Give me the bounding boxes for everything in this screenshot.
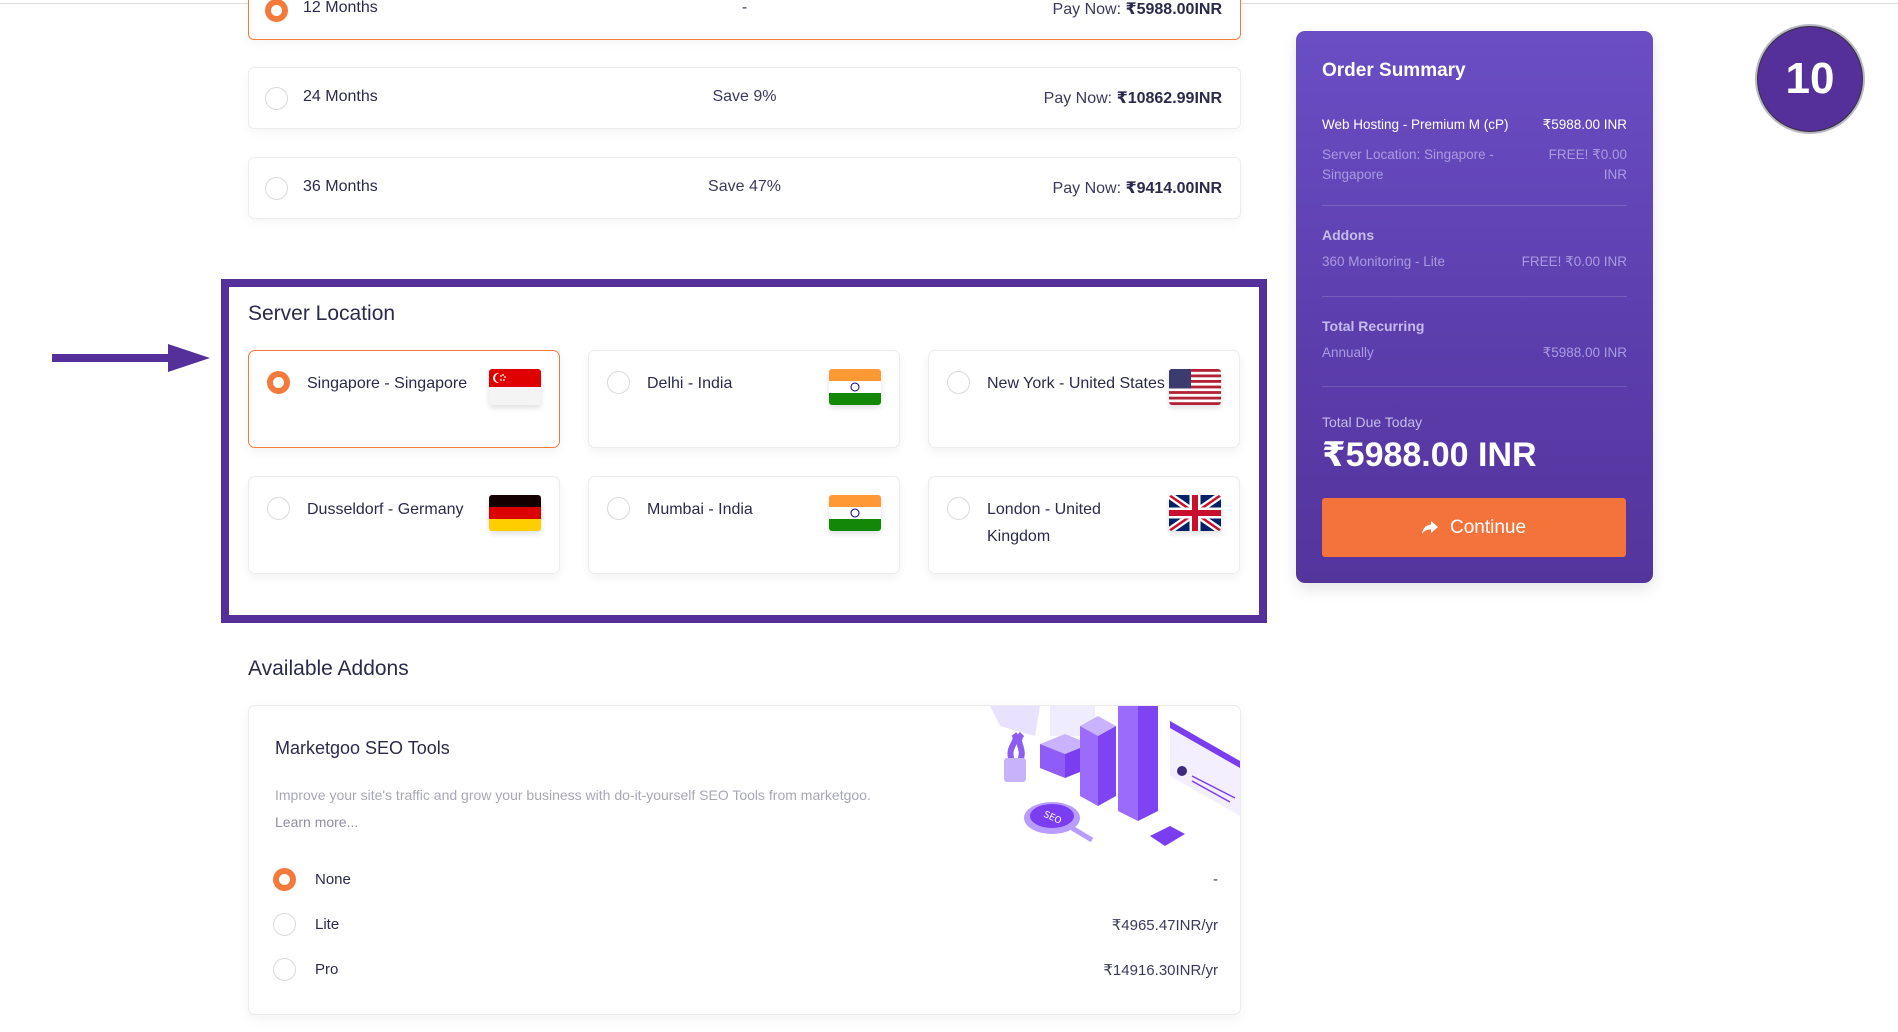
addon-option-price: - bbox=[1213, 871, 1218, 888]
billing-price: Pay Now: ₹5988.00INR bbox=[1052, 1, 1222, 18]
total-due-amount: ₹5988.00 INR bbox=[1322, 436, 1537, 474]
addon-card-marketgoo: Marketgoo SEO Tools Improve your site's … bbox=[248, 705, 1241, 1015]
radio-unselected[interactable] bbox=[267, 497, 290, 520]
addon-option-price: ₹4965.47INR/yr bbox=[1111, 917, 1218, 934]
order-summary-title: Order Summary bbox=[1322, 60, 1466, 81]
location-name: New York - United States bbox=[987, 375, 1165, 392]
india-flag-icon bbox=[829, 369, 881, 405]
billing-cycle-12-months[interactable]: 12 Months - Pay Now: ₹5988.00INR bbox=[248, 0, 1241, 40]
summary-recurring-heading: Total Recurring bbox=[1322, 318, 1425, 334]
addon-option-name: None bbox=[315, 871, 351, 888]
recurring-price: ₹5988.00 INR bbox=[1542, 345, 1627, 360]
share-arrow-icon bbox=[1421, 520, 1438, 534]
summary-addons-heading: Addons bbox=[1322, 227, 1375, 243]
available-addons-title: Available Addons bbox=[248, 657, 409, 680]
germany-flag-icon bbox=[489, 495, 541, 531]
radio-unselected[interactable] bbox=[947, 497, 970, 520]
location-name: London - United Kingdom bbox=[987, 501, 1101, 545]
billing-cycle-24-months[interactable]: 24 Months Save 9% Pay Now: ₹10862.99INR bbox=[248, 67, 1241, 129]
location-label: Server Location: Singapore - Singapore bbox=[1322, 147, 1494, 182]
radio-unselected[interactable] bbox=[947, 371, 970, 394]
location-name: Dusseldorf - Germany bbox=[307, 501, 464, 518]
learn-more-link[interactable]: Learn more... bbox=[275, 814, 358, 830]
billing-cycle-36-months[interactable]: 36 Months Save 47% Pay Now: ₹9414.00INR bbox=[248, 157, 1241, 219]
continue-button[interactable]: Continue bbox=[1322, 498, 1626, 557]
usa-flag-icon bbox=[1169, 369, 1221, 405]
location-price: FREE! ₹0.00 INR bbox=[1548, 147, 1627, 182]
addon-description: Improve your site's traffic and grow you… bbox=[275, 787, 871, 830]
summary-divider bbox=[1322, 205, 1627, 206]
location-option-singapore[interactable]: Singapore - Singapore bbox=[248, 350, 560, 448]
radio-selected[interactable] bbox=[267, 371, 290, 394]
total-due-label: Total Due Today bbox=[1322, 414, 1423, 430]
step-number-badge: 10 bbox=[1755, 24, 1865, 134]
summary-product-row: Web Hosting - Premium M (cP) ₹5988.00 IN… bbox=[1322, 117, 1627, 137]
location-option-dusseldorf[interactable]: Dusseldorf - Germany bbox=[248, 476, 560, 574]
uk-flag-icon bbox=[1169, 495, 1221, 531]
location-option-delhi[interactable]: Delhi - India bbox=[588, 350, 900, 448]
product-price: ₹5988.00 INR bbox=[1542, 117, 1627, 132]
order-summary-panel: Order Summary Web Hosting - Premium M (c… bbox=[1296, 31, 1653, 583]
location-name: Singapore - Singapore bbox=[307, 375, 468, 392]
india-flag-icon bbox=[829, 495, 881, 531]
server-location-title: Server Location bbox=[248, 302, 396, 325]
billing-price: Pay Now: ₹10862.99INR bbox=[1043, 90, 1222, 107]
continue-label: Continue bbox=[1449, 516, 1527, 538]
location-option-new-york[interactable]: New York - United States bbox=[928, 350, 1240, 448]
recurring-label: Annually bbox=[1322, 345, 1374, 360]
addon-option-none[interactable]: None - bbox=[273, 868, 1218, 892]
location-name: Mumbai - India bbox=[647, 501, 753, 518]
radio-unselected[interactable] bbox=[607, 497, 630, 520]
location-option-mumbai[interactable]: Mumbai - India bbox=[588, 476, 900, 574]
product-label: Web Hosting - Premium M (cP) bbox=[1322, 117, 1509, 132]
addon-option-name: Lite bbox=[315, 916, 340, 933]
annotation-arrow-icon bbox=[52, 344, 210, 372]
addon-price: FREE! ₹0.00 INR bbox=[1521, 254, 1627, 269]
radio-unselected[interactable] bbox=[273, 913, 296, 936]
summary-addon-row: 360 Monitoring - Lite FREE! ₹0.00 INR bbox=[1322, 254, 1627, 274]
addon-option-lite[interactable]: Lite ₹4965.47INR/yr bbox=[273, 913, 1218, 937]
radio-selected[interactable] bbox=[273, 868, 296, 891]
billing-price: Pay Now: ₹9414.00INR bbox=[1052, 180, 1222, 197]
summary-location-row: Server Location: Singapore - Singapore F… bbox=[1322, 145, 1627, 185]
summary-divider bbox=[1322, 386, 1627, 387]
addon-option-price: ₹14916.30INR/yr bbox=[1103, 962, 1218, 979]
summary-recurring-row: Annually ₹5988.00 INR bbox=[1322, 345, 1627, 365]
addon-option-pro[interactable]: Pro ₹14916.30INR/yr bbox=[273, 958, 1218, 982]
location-name: Delhi - India bbox=[647, 375, 733, 392]
radio-unselected[interactable] bbox=[273, 958, 296, 981]
addon-label: 360 Monitoring - Lite bbox=[1322, 254, 1446, 269]
location-option-london[interactable]: London - United Kingdom bbox=[928, 476, 1240, 574]
addon-option-name: Pro bbox=[315, 961, 339, 978]
summary-divider bbox=[1322, 296, 1627, 297]
singapore-flag-icon bbox=[489, 369, 541, 405]
radio-unselected[interactable] bbox=[607, 371, 630, 394]
